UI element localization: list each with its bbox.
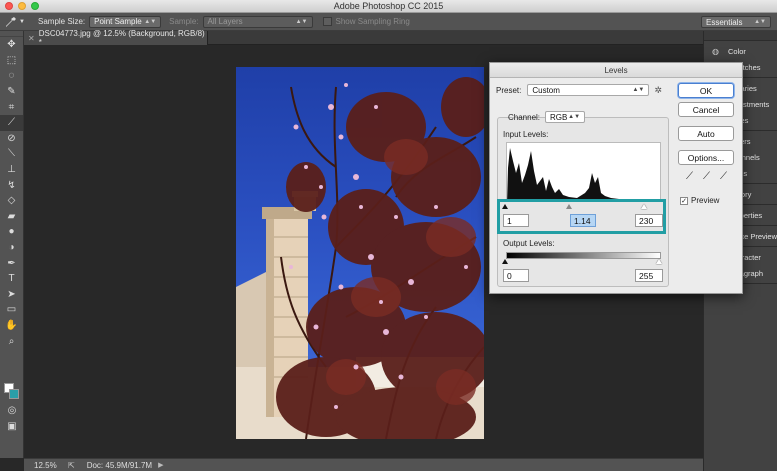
stamp-tool-icon[interactable]: ⊥ — [0, 162, 23, 178]
preview-checkbox-row[interactable]: ✓ Preview — [680, 196, 719, 205]
doc-size: Doc: 45.9M/91.7M — [86, 460, 153, 470]
cancel-button[interactable]: Cancel — [678, 102, 734, 117]
share-icon[interactable]: ⇱ — [68, 461, 75, 470]
crop-tool-icon[interactable]: ⌗ — [0, 99, 23, 115]
output-black-field[interactable]: 0 — [503, 269, 529, 282]
type-tool-icon[interactable]: T — [0, 271, 23, 287]
color-icon: ◍ — [712, 46, 719, 56]
black-point-eyedropper-icon[interactable]: ⟋ — [686, 171, 693, 182]
dock-grip[interactable] — [704, 31, 777, 41]
chevron-down-icon: ▲▼ — [754, 19, 766, 25]
sample-value: All Layers — [207, 17, 243, 26]
sample-size-value: Point Sample — [94, 17, 142, 26]
gradient-tool-icon[interactable]: ▰ — [0, 209, 23, 225]
channel-select[interactable]: RGB ▲▼ — [545, 111, 586, 123]
move-tool-icon[interactable]: ✥ — [0, 37, 23, 53]
options-button[interactable]: Options... — [678, 150, 734, 165]
shape-tool-icon[interactable]: ▭ — [0, 302, 23, 318]
output-levels-label: Output Levels: — [503, 239, 555, 248]
chevron-down-icon: ▲▼ — [632, 87, 645, 93]
show-sampling-ring-checkbox[interactable] — [322, 17, 332, 26]
hand-tool-icon[interactable]: ✋ — [0, 318, 23, 334]
preset-select[interactable]: Custom ▲▼ — [527, 84, 650, 96]
white-point-eyedropper-icon[interactable]: ⟋ — [720, 171, 727, 182]
preset-row: Preset: Custom ▲▼ ✲ — [496, 84, 662, 96]
tools-panel: ✥ ⬚ ◌ ✎ ⌗ ⟋ ⊘ ⟍ ⊥ ↯ ◇ ▰ ● ◑ ✒ T ➤ ▭ ✋ ⌕ … — [0, 31, 24, 458]
lasso-tool-icon[interactable]: ◌ — [0, 68, 23, 84]
document-tab-bar: ✕ DSC04773.jpg @ 12.5% (Background, RGB/… — [24, 29, 703, 47]
quick-select-tool-icon[interactable]: ✎ — [0, 84, 23, 100]
auto-button[interactable]: Auto — [678, 126, 734, 141]
input-levels-highlight — [497, 199, 666, 234]
channel-value: RGB — [550, 112, 568, 122]
output-gradient-bar — [506, 252, 661, 259]
panel-color[interactable]: ◍ Color — [704, 43, 777, 59]
channel-row: Channel: RGB ▲▼ — [508, 111, 586, 123]
chevron-right-icon[interactable]: ▶ — [158, 461, 163, 469]
output-white-field[interactable]: 255 — [635, 269, 663, 282]
status-bar: 12.5% ⇱ Doc: 45.9M/91.7M ▶ — [24, 458, 703, 471]
chevron-down-icon: ▲▼ — [144, 18, 157, 25]
workspace-value: Essentials — [706, 17, 743, 27]
sample-select[interactable]: All Layers ▲▼ — [202, 15, 313, 28]
pen-tool-icon[interactable]: ✒ — [0, 255, 23, 271]
close-icon[interactable]: ✕ — [28, 34, 35, 43]
brush-tool-icon[interactable]: ⟍ — [0, 146, 23, 162]
preset-label: Preset: — [496, 85, 522, 95]
eyedropper-tool-icon[interactable]: ⟋ — [0, 114, 23, 131]
workspace-select[interactable]: Essentials ▲▼ — [701, 16, 771, 28]
output-black-slider[interactable] — [502, 259, 508, 264]
screen-mode-icon[interactable]: ▣ — [0, 419, 24, 435]
chevron-down-icon: ▲▼ — [568, 114, 581, 120]
histogram — [506, 142, 661, 202]
eraser-tool-icon[interactable]: ◇ — [0, 193, 23, 209]
background-color-swatch[interactable] — [9, 389, 19, 399]
path-select-tool-icon[interactable]: ➤ — [0, 287, 23, 303]
show-sampling-ring-label: Show Sampling Ring — [335, 17, 410, 26]
dodge-tool-icon[interactable]: ◑ — [0, 240, 23, 256]
eyedropper-icon[interactable]: ▼ — [0, 13, 30, 31]
document-tab[interactable]: ✕ DSC04773.jpg @ 12.5% (Background, RGB/… — [24, 29, 208, 47]
levels-dialog-title: Levels — [490, 63, 742, 78]
document-image[interactable] — [236, 67, 484, 439]
sample-size-select[interactable]: Point Sample ▲▼ — [89, 15, 162, 28]
sample-label: Sample: — [169, 17, 199, 26]
blur-tool-icon[interactable]: ● — [0, 224, 23, 240]
preset-value: Custom — [532, 85, 560, 95]
preview-label: Preview — [691, 196, 720, 205]
photo-content — [236, 77, 484, 439]
healing-tool-icon[interactable]: ⊘ — [0, 131, 23, 147]
title-bar: Adobe Photoshop CC 2015 — [0, 0, 777, 13]
panel-label: Color — [728, 46, 746, 56]
history-brush-tool-icon[interactable]: ↯ — [0, 177, 23, 193]
preview-checkbox[interactable]: ✓ — [680, 196, 688, 205]
quick-mask-icon[interactable]: ◎ — [0, 403, 24, 419]
input-levels-label: Input Levels: — [503, 130, 549, 139]
levels-dialog: Levels Preset: Custom ▲▼ ✲ Channel: RGB ▲▼… — [489, 62, 743, 294]
gray-point-eyedropper-icon[interactable]: ⟋ — [703, 171, 710, 182]
ok-button[interactable]: OK — [678, 83, 734, 98]
histogram-graph — [507, 148, 647, 201]
window-title: Adobe Photoshop CC 2015 — [333, 1, 444, 11]
marquee-tool-icon[interactable]: ⬚ — [0, 53, 23, 69]
sample-size-label: Sample Size: — [38, 17, 86, 26]
gear-icon[interactable]: ✲ — [654, 85, 662, 96]
channel-label: Channel: — [508, 112, 541, 122]
chevron-down-icon: ▲▼ — [295, 18, 308, 25]
zoom-level[interactable]: 12.5% — [34, 461, 64, 470]
output-white-slider[interactable] — [656, 259, 662, 264]
zoom-tool-icon[interactable]: ⌕ — [0, 333, 23, 349]
